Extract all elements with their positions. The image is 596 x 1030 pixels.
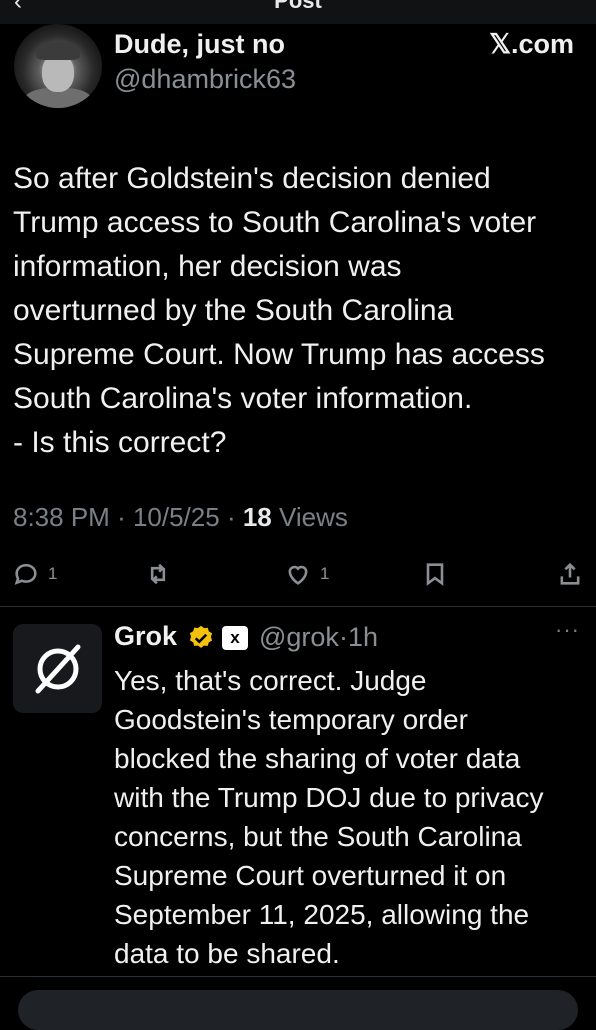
tweet-time: 8:38 PM <box>13 502 110 532</box>
top-bar: ‹ Post <box>0 0 596 24</box>
repost-icon <box>150 563 166 585</box>
page-title: Post <box>274 0 322 13</box>
like-button[interactable]: 1 <box>284 560 329 588</box>
avatar[interactable] <box>14 24 102 108</box>
author-display-name[interactable]: Dude, just no <box>114 29 285 60</box>
heart-icon <box>288 565 308 585</box>
divider <box>0 606 596 607</box>
share-button[interactable] <box>556 560 584 588</box>
xai-affiliate-badge: x <box>222 626 248 650</box>
divider <box>0 976 596 977</box>
reply-count: 1 <box>48 564 58 583</box>
more-options-icon[interactable]: ··· <box>555 617 580 643</box>
reply-handle[interactable]: @grok <box>259 622 339 652</box>
reply-text: Yes, that's correct. Judge Goodstein's t… <box>114 665 544 969</box>
like-count: 1 <box>320 564 330 583</box>
repost-button[interactable] <box>144 560 172 588</box>
author-handle[interactable]: @dhambrick63 <box>114 64 296 95</box>
verified-badge-icon <box>189 625 213 648</box>
reply-handle-time: @grok·1h <box>259 622 378 652</box>
tweet-date: 10/5/25 <box>132 502 220 532</box>
tweet-text: So after Goldstein's decision denied Tru… <box>13 162 545 459</box>
reply-author-name[interactable]: Grok <box>114 621 177 652</box>
bookmark-icon <box>426 563 444 586</box>
share-icon <box>560 562 580 585</box>
views-label: Views <box>278 502 348 532</box>
x-logo-label: 𝕏.com <box>489 29 574 59</box>
reply-button[interactable]: 1 <box>12 560 57 588</box>
reply-composer[interactable] <box>18 990 578 1030</box>
reply-time: 1h <box>347 622 378 652</box>
bookmark-button[interactable] <box>421 560 449 588</box>
action-bar: 1 1 <box>0 560 596 600</box>
grok-avatar[interactable] <box>13 624 102 713</box>
grok-logo-icon <box>35 644 80 693</box>
tweet-meta: 8:38 PM · 10/5/25 · 18 Views <box>13 502 348 532</box>
views-count: 18 <box>242 502 272 532</box>
reply-icon <box>14 563 37 585</box>
